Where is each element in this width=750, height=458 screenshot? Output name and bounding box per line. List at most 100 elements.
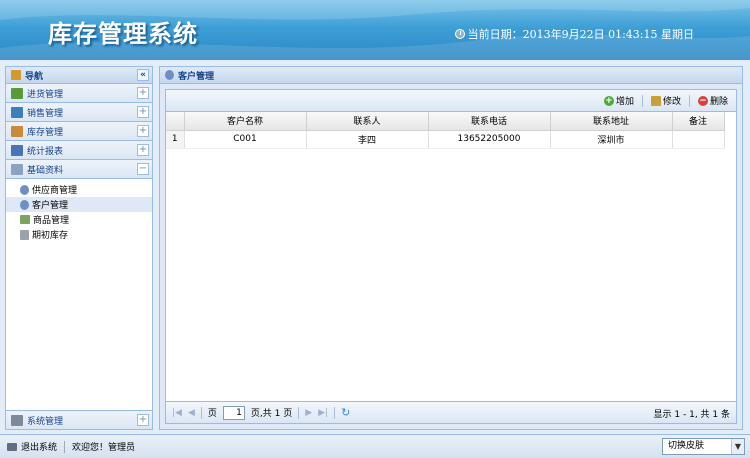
skin-select[interactable]: 切换皮肤 ▼ xyxy=(662,438,745,455)
prev-page-icon[interactable]: ◀ xyxy=(188,408,195,418)
cell-phone[interactable]: 13652205000 xyxy=(428,130,551,149)
column-header-note[interactable]: 备注 xyxy=(672,112,725,131)
nav-section-label: 销售管理 xyxy=(27,108,64,119)
base-data-tree: 供应商管理 客户管理 商品管理 期初库存 xyxy=(6,179,152,242)
tree-item-label: 期初库存 xyxy=(32,231,69,241)
status-bar: 退出系统 欢迎您！管理员 切换皮肤 ▼ xyxy=(0,434,750,458)
tab-customer-management[interactable]: 客户管理 xyxy=(160,67,742,84)
pager-divider xyxy=(334,406,336,419)
main-panel: 客户管理 + 增加 修改 − 删除 客户名称 联系人 联系电话 联系地址 备注 … xyxy=(159,66,743,430)
nav-section-base-data[interactable]: 基础资料 − xyxy=(6,160,152,179)
grid-toolbar: + 增加 修改 − 删除 xyxy=(166,90,736,112)
expand-icon[interactable]: + xyxy=(137,144,149,156)
tab-title: 客户管理 xyxy=(178,71,215,82)
table-header-row: 客户名称 联系人 联系电话 联系地址 备注 xyxy=(166,112,725,131)
page-label: 页 xyxy=(207,409,217,419)
cell-contact[interactable]: 李四 xyxy=(306,130,429,149)
nav-section-label: 系统管理 xyxy=(27,416,64,427)
system-icon xyxy=(11,414,23,426)
pagination-bar: |◀ ◀ 页 1 页,共 1 页 ▶ ▶| ↻ 显示 1 - 1, 共 1 条 xyxy=(166,401,736,423)
customer-table: 客户名称 联系人 联系电话 联系地址 备注 1 C001 李四 13652205… xyxy=(166,112,725,149)
tree-item-goods[interactable]: 商品管理 xyxy=(6,212,152,227)
current-date: 当前日期：2013年9月22日 01:43:15 星期日 xyxy=(454,26,694,42)
nav-section-system[interactable]: 系统管理 + xyxy=(6,410,152,429)
tree-item-label: 客户管理 xyxy=(32,201,69,211)
collapse-nav-button[interactable]: « xyxy=(137,69,149,81)
chart-icon xyxy=(11,144,23,156)
column-header-phone[interactable]: 联系电话 xyxy=(428,112,551,131)
expand-icon[interactable]: + xyxy=(137,125,149,137)
nav-title: 导航 xyxy=(25,71,44,82)
nav-section-purchase[interactable]: 进货管理 + xyxy=(6,84,152,103)
compass-icon xyxy=(11,70,21,80)
footer-divider xyxy=(64,440,66,453)
nav-section-sales[interactable]: 销售管理 + xyxy=(6,103,152,122)
column-header-address[interactable]: 联系地址 xyxy=(550,112,673,131)
tree-item-customer[interactable]: 客户管理 xyxy=(6,197,152,212)
nav-header: 导航 « xyxy=(6,67,152,84)
add-button-label: 增加 xyxy=(615,97,634,107)
tree-item-label: 商品管理 xyxy=(33,216,70,226)
goods-icon xyxy=(20,215,30,224)
cell-address[interactable]: 深圳市 xyxy=(550,130,673,149)
refresh-icon[interactable]: ↻ xyxy=(341,406,350,419)
current-date-text: 当前日期：2013年9月22日 01:43:15 星期日 xyxy=(467,28,694,41)
nav-section-label: 库存管理 xyxy=(27,127,64,138)
skin-select-value: 切换皮肤 xyxy=(668,441,705,451)
expand-icon[interactable]: + xyxy=(137,87,149,99)
customer-grid: + 增加 修改 − 删除 客户名称 联系人 联系电话 联系地址 备注 1 C00… xyxy=(165,89,737,424)
app-title: 库存管理系统 xyxy=(48,20,198,48)
db-icon xyxy=(20,229,29,240)
cell-name[interactable]: C001 xyxy=(184,130,307,149)
tree-item-label: 供应商管理 xyxy=(32,186,78,196)
user-icon xyxy=(20,199,29,210)
user-icon xyxy=(165,70,174,80)
edit-button-label: 修改 xyxy=(662,97,681,107)
logout-icon xyxy=(7,442,17,451)
app-header: 库存管理系统 当前日期：2013年9月22日 01:43:15 星期日 xyxy=(0,0,750,60)
user-icon xyxy=(20,184,29,195)
inventory-icon xyxy=(11,125,23,137)
pager-divider xyxy=(298,406,300,419)
chevron-down-icon[interactable]: ▼ xyxy=(731,439,744,454)
pager-divider xyxy=(200,406,202,419)
add-icon: + xyxy=(603,95,614,106)
add-button[interactable]: + 增加 xyxy=(603,94,634,107)
next-page-icon[interactable]: ▶ xyxy=(305,408,312,418)
welcome-text: 欢迎您！管理员 xyxy=(72,443,136,453)
delete-icon: − xyxy=(697,95,708,106)
nav-section-inventory[interactable]: 库存管理 + xyxy=(6,122,152,141)
delete-button[interactable]: − 删除 xyxy=(697,94,728,107)
logout-link[interactable]: 退出系统 xyxy=(21,440,57,453)
cell-note[interactable] xyxy=(672,130,725,149)
clock-icon xyxy=(454,29,465,39)
last-page-icon[interactable]: ▶| xyxy=(318,408,328,418)
expand-icon[interactable]: + xyxy=(137,106,149,118)
purchase-icon xyxy=(11,87,23,99)
delete-button-label: 删除 xyxy=(709,97,728,107)
column-header-contact[interactable]: 联系人 xyxy=(306,112,429,131)
tree-item-initial-stock[interactable]: 期初库存 xyxy=(6,227,152,242)
base-data-icon xyxy=(11,163,23,175)
nav-section-label: 基础资料 xyxy=(27,165,64,176)
toolbar-divider xyxy=(688,94,690,107)
row-number: 1 xyxy=(166,130,185,149)
nav-section-label: 统计报表 xyxy=(27,146,64,157)
navigation-panel: 导航 « 进货管理 + 销售管理 + 库存管理 + 统计报表 + 基础资料 − … xyxy=(5,66,153,430)
tree-item-supplier[interactable]: 供应商管理 xyxy=(6,182,152,197)
edit-icon xyxy=(650,95,661,106)
expand-icon[interactable]: + xyxy=(137,414,149,426)
collapse-icon[interactable]: − xyxy=(137,163,149,175)
edit-button[interactable]: 修改 xyxy=(650,94,681,107)
nav-section-label: 进货管理 xyxy=(27,89,64,100)
first-page-icon[interactable]: |◀ xyxy=(172,408,182,418)
nav-section-reports[interactable]: 统计报表 + xyxy=(6,141,152,160)
toolbar-divider xyxy=(641,94,643,107)
pagination-info: 显示 1 - 1, 共 1 条 xyxy=(653,410,730,420)
column-header-name[interactable]: 客户名称 xyxy=(184,112,307,131)
sales-icon xyxy=(11,106,23,118)
table-row[interactable]: 1 C001 李四 13652205000 深圳市 xyxy=(166,130,725,149)
page-number-input[interactable]: 1 xyxy=(222,405,245,420)
page-total: 页,共 1 页 xyxy=(250,409,293,419)
row-number-header xyxy=(166,112,185,131)
